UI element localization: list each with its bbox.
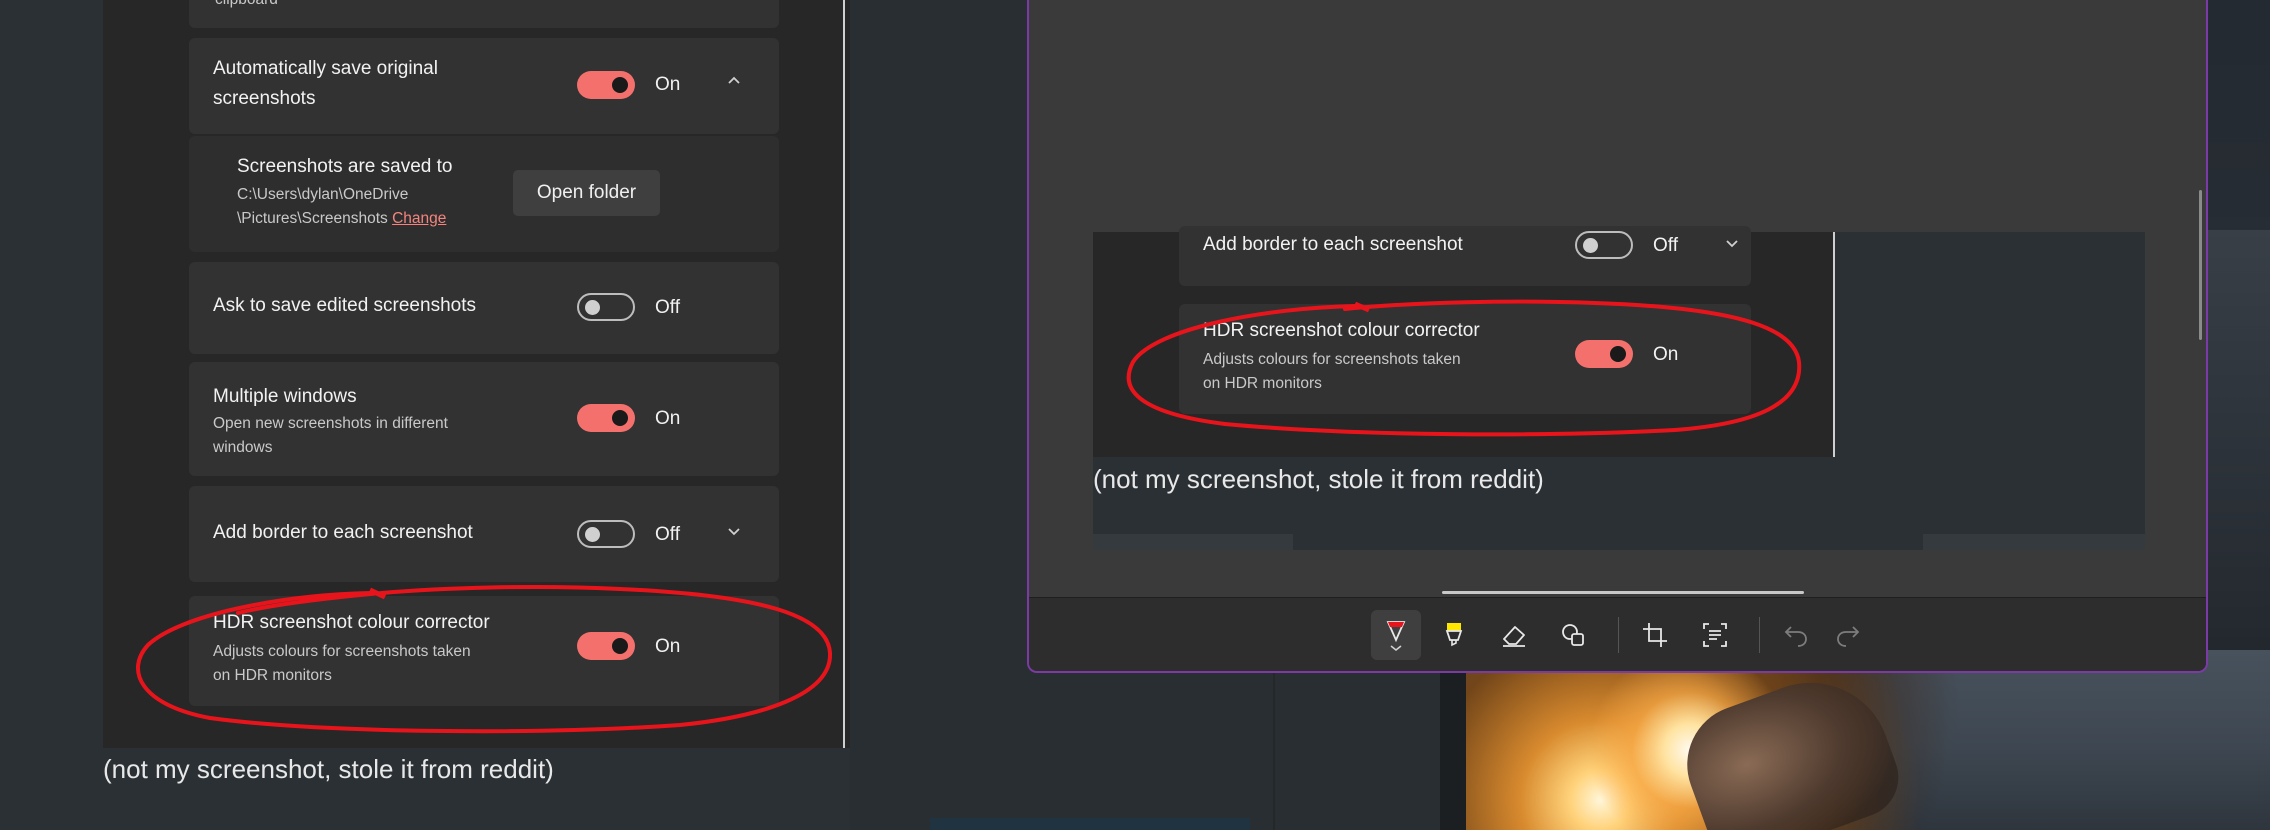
ask-save-title: Ask to save edited screenshots — [213, 295, 476, 316]
multiple-windows-desc-line2: windows — [213, 439, 273, 456]
highlighter-icon[interactable] — [1429, 610, 1479, 660]
crop-icon[interactable] — [1630, 610, 1680, 660]
inner-caption: (not my screenshot, stole it from reddit… — [1093, 464, 1544, 494]
auto-save-title-line1: Automatically save original — [213, 58, 438, 79]
pasted-screenshot: Add border to each screenshot Off HDR sc… — [1093, 226, 2145, 550]
change-link[interactable]: Change — [392, 210, 446, 227]
multiple-windows-card: Multiple windows Open new screenshots in… — [189, 362, 779, 476]
saved-to-title: Screenshots are saved to — [237, 156, 453, 177]
add-border-card: Add border to each screenshot Off — [189, 486, 779, 582]
left-caption: (not my screenshot, stole it from reddit… — [103, 754, 554, 784]
saved-to-card: Screenshots are saved to C:\Users\dylan\… — [189, 136, 779, 252]
saved-to-path-line2: \Pictures\Screenshots Change — [237, 210, 447, 227]
inner-scroll-line — [1833, 232, 1835, 457]
vertical-scrollbar[interactable] — [2199, 190, 2202, 340]
horizontal-scrollbar[interactable] — [1442, 591, 1804, 594]
inner-add-border-card: Add border to each screenshot Off — [1179, 226, 1751, 286]
undo-icon[interactable] — [1771, 610, 1821, 660]
inner-bottom-strip-left — [1093, 534, 1293, 550]
clipboard-text: clipboard — [215, 0, 278, 12]
inner-chevron-down-icon — [1723, 234, 1741, 252]
clipboard-card: clipboard — [189, 0, 779, 28]
snipping-tool-window: Add border to each screenshot Off HDR sc… — [1027, 0, 2208, 673]
inner-add-border-title: Add border to each screenshot — [1203, 234, 1463, 255]
multiple-windows-desc-line1: Open new screenshots in different — [213, 415, 448, 432]
ballpoint-pen-icon[interactable] — [1371, 610, 1421, 660]
text-actions-icon[interactable] — [1690, 610, 1740, 660]
markup-toolbar — [1029, 597, 2206, 671]
add-border-state: Off — [655, 524, 680, 545]
chevron-up-icon[interactable] — [725, 72, 743, 90]
inner-add-border-toggle — [1575, 231, 1633, 259]
photo-edge — [1440, 660, 1466, 830]
add-border-title: Add border to each screenshot — [213, 522, 473, 543]
ask-save-toggle[interactable] — [577, 293, 635, 321]
multiple-windows-state: On — [655, 408, 681, 429]
background-strip — [930, 818, 1250, 830]
scroll-line — [843, 0, 845, 748]
inner-bottom-strip-right — [1923, 534, 2145, 550]
red-circle-annotation — [136, 585, 833, 734]
multiple-windows-title: Multiple windows — [213, 386, 357, 407]
chevron-down-icon[interactable] — [725, 522, 743, 540]
eraser-icon[interactable] — [1489, 610, 1539, 660]
open-folder-button[interactable]: Open folder — [513, 170, 660, 216]
auto-save-toggle[interactable] — [577, 71, 635, 99]
ask-save-card: Ask to save edited screenshots Off — [189, 262, 779, 354]
add-border-toggle[interactable] — [577, 520, 635, 548]
multiple-windows-toggle[interactable] — [577, 404, 635, 432]
snip-canvas: Add border to each screenshot Off HDR sc… — [1029, 0, 2206, 597]
saved-to-path-line1: C:\Users\dylan\OneDrive — [237, 186, 409, 203]
redo-icon[interactable] — [1823, 610, 1873, 660]
auto-save-state: On — [655, 74, 681, 95]
ask-save-state: Off — [655, 297, 680, 318]
inner-red-circle-annotation — [1126, 299, 1802, 437]
toolbar-separator — [1618, 617, 1619, 653]
shapes-icon[interactable] — [1549, 610, 1599, 660]
auto-save-card: Automatically save original screenshots … — [189, 38, 779, 134]
toolbar-separator — [1759, 617, 1760, 653]
auto-save-title-line2: screenshots — [213, 88, 316, 109]
inner-add-border-state: Off — [1653, 235, 1678, 256]
